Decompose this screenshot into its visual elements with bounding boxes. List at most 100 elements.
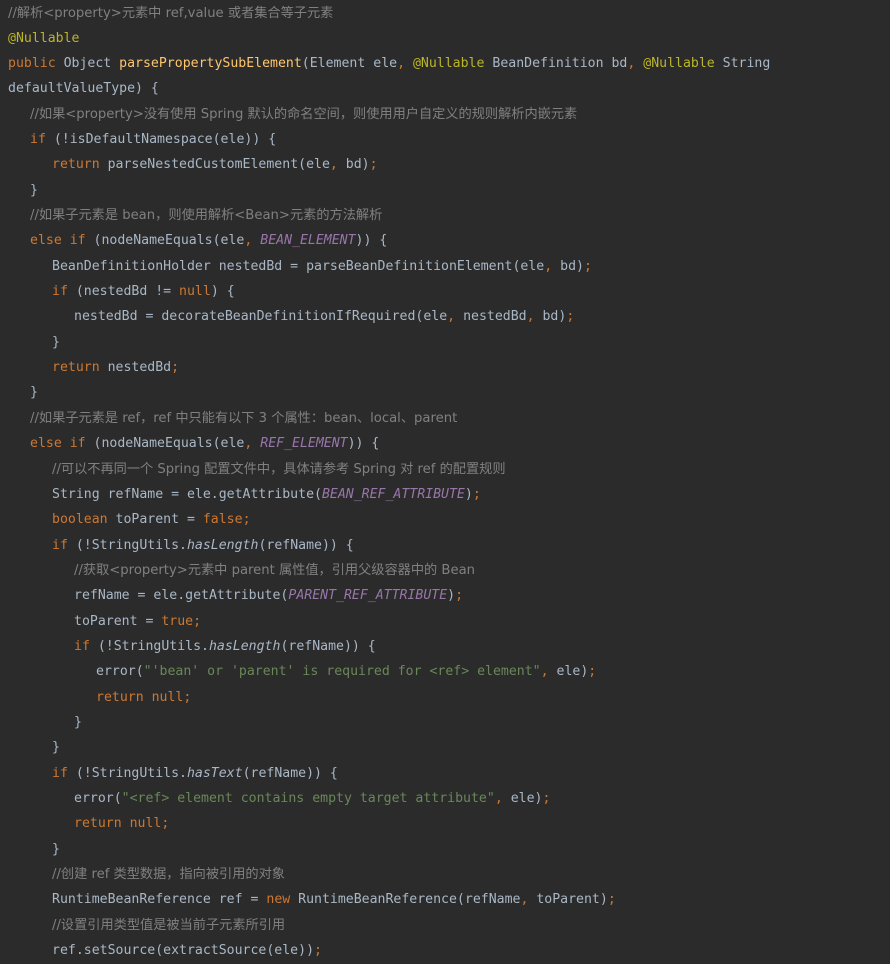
code-line: defaultValueType) { — [8, 76, 159, 101]
keyword: null — [151, 690, 184, 705]
keyword: if — [74, 639, 90, 654]
code-line: //如果<property>没有使用 Spring 默认的命名空间，则使用用户自… — [30, 102, 577, 127]
code-text: bd) — [542, 309, 567, 324]
static-method: hasText — [186, 766, 243, 781]
code-text: ele) — [556, 664, 589, 679]
semicolon: ; — [161, 816, 170, 831]
string-literal: "'bean' or 'parent' is required for <ref… — [143, 664, 541, 679]
code-line: return nestedBd; — [52, 355, 179, 380]
code-text: error( — [96, 664, 144, 679]
code-text: BeanDefinition bd — [484, 56, 628, 71]
code-comment: //如果<property>没有使用 Spring 默认的命名空间，则使用用户自… — [30, 107, 578, 122]
code-text: nestedBd — [463, 309, 527, 324]
semicolon: ; — [542, 791, 551, 806]
code-text: (Element ele — [301, 56, 398, 71]
keyword: if — [52, 766, 68, 781]
code-line: return null; — [74, 811, 169, 836]
keyword: return — [74, 816, 122, 831]
keyword: else if — [30, 436, 86, 451]
keyword: return — [52, 360, 100, 375]
code-line: } — [52, 330, 60, 355]
semicolon: ; — [369, 157, 378, 172]
code-line: return parseNestedCustomElement(ele, bd)… — [52, 152, 378, 177]
code-line: BeanDefinitionHolder nestedBd = parseBea… — [52, 254, 592, 279]
code-text: ref.setSource(extractSource(ele)) — [52, 943, 315, 958]
code-comment: //设置引用类型值是被当前子元素所引用 — [52, 918, 286, 933]
keyword: null — [179, 284, 211, 299]
code-line: } — [30, 178, 38, 203]
code-line: if (!isDefaultNamespace(ele)) { — [30, 127, 276, 152]
code-comment: //解析<property>元素中 ref,value 或者集合等子元素 — [8, 6, 334, 21]
comma: , — [329, 157, 346, 172]
code-line: //解析<property>元素中 ref,value 或者集合等子元素 — [8, 1, 333, 26]
code-text: (refName)) { — [280, 639, 376, 654]
code-text: toParent = — [107, 512, 203, 527]
semicolon: ; — [588, 664, 597, 679]
code-line: //如果子元素是 ref，ref 中只能有以下 3 个属性：bean、local… — [30, 406, 457, 431]
code-line: error("'bean' or 'parent' is required fo… — [96, 659, 596, 684]
annotation: @Nullable — [643, 56, 715, 71]
comma: , — [494, 791, 511, 806]
semicolon: ; — [455, 588, 464, 603]
keyword: null — [129, 816, 162, 831]
code-text: error( — [74, 791, 122, 806]
code-text: (nodeNameEquals(ele — [85, 436, 245, 451]
constant: BEAN_REF_ATTRIBUTE — [321, 487, 465, 502]
semicolon: ; — [314, 943, 322, 958]
code-line: //创建 ref 类型数据，指向被引用的对象 — [52, 862, 285, 887]
keyword: return — [96, 690, 144, 705]
comma: , — [540, 664, 557, 679]
code-line: return null; — [96, 685, 191, 710]
keyword: public — [8, 56, 56, 71]
code-text: String — [714, 56, 771, 71]
keyword: new — [266, 892, 291, 907]
code-comment: //如果子元素是 bean，则使用解析<Bean>元素的方法解析 — [30, 208, 383, 223]
constant: BEAN_ELEMENT — [260, 233, 356, 248]
code-text: (nestedBd != — [67, 284, 180, 299]
code-text: )) { — [347, 436, 380, 451]
code-text: toParent) — [536, 892, 608, 907]
code-line: error("<ref> element contains empty targ… — [74, 786, 550, 811]
code-text: BeanDefinitionHolder nestedBd = parseBea… — [52, 259, 545, 274]
semicolon: ; — [583, 259, 592, 274]
code-line: else if (nodeNameEquals(ele, REF_ELEMENT… — [30, 431, 379, 456]
code-text: )) { — [355, 233, 388, 248]
code-line: RuntimeBeanReference ref = new RuntimeBe… — [52, 887, 616, 912]
static-method: hasLength — [208, 639, 281, 654]
code-line: } — [74, 710, 82, 735]
code-line: if (!StringUtils.hasText(refName)) { — [52, 761, 338, 786]
code-text: } — [74, 715, 82, 730]
code-text: RuntimeBeanReference ref = — [52, 892, 267, 907]
annotation: @Nullable — [412, 56, 485, 71]
code-editor[interactable]: //解析<property>元素中 ref,value 或者集合等子元素 @Nu… — [0, 0, 890, 964]
keyword: else if — [30, 233, 86, 248]
code-text: defaultValueType) { — [8, 81, 159, 96]
keyword: return — [52, 157, 100, 172]
code-text: toParent = — [74, 614, 162, 629]
code-text: nestedBd — [99, 360, 172, 375]
comma: , — [520, 892, 537, 907]
code-line: } — [52, 837, 60, 862]
code-comment: //创建 ref 类型数据，指向被引用的对象 — [52, 867, 285, 882]
code-line: boolean toParent = false; — [52, 507, 251, 532]
keyword: if — [30, 132, 46, 147]
semicolon: ; — [242, 512, 251, 527]
comma: , — [244, 436, 261, 451]
comma: , — [447, 309, 464, 324]
code-line: //如果子元素是 bean，则使用解析<Bean>元素的方法解析 — [30, 203, 382, 228]
code-line: refName = ele.getAttribute(PARENT_REF_AT… — [74, 583, 463, 608]
code-text: ) — [447, 588, 456, 603]
method-name: parsePropertySubElement — [119, 56, 302, 71]
code-text: (!isDefaultNamespace(ele)) { — [45, 132, 277, 147]
keyword: if — [52, 538, 68, 553]
code-text: } — [30, 183, 38, 198]
static-method: hasLength — [186, 538, 259, 553]
code-line: else if (nodeNameEquals(ele, BEAN_ELEMEN… — [30, 228, 387, 253]
comma: , — [627, 56, 644, 71]
code-text: ) { — [210, 284, 235, 299]
comma: , — [544, 259, 561, 274]
code-comment: //如果子元素是 ref，ref 中只能有以下 3 个属性：bean、local… — [30, 411, 458, 426]
code-text: } — [52, 335, 60, 350]
comma: , — [397, 56, 413, 71]
